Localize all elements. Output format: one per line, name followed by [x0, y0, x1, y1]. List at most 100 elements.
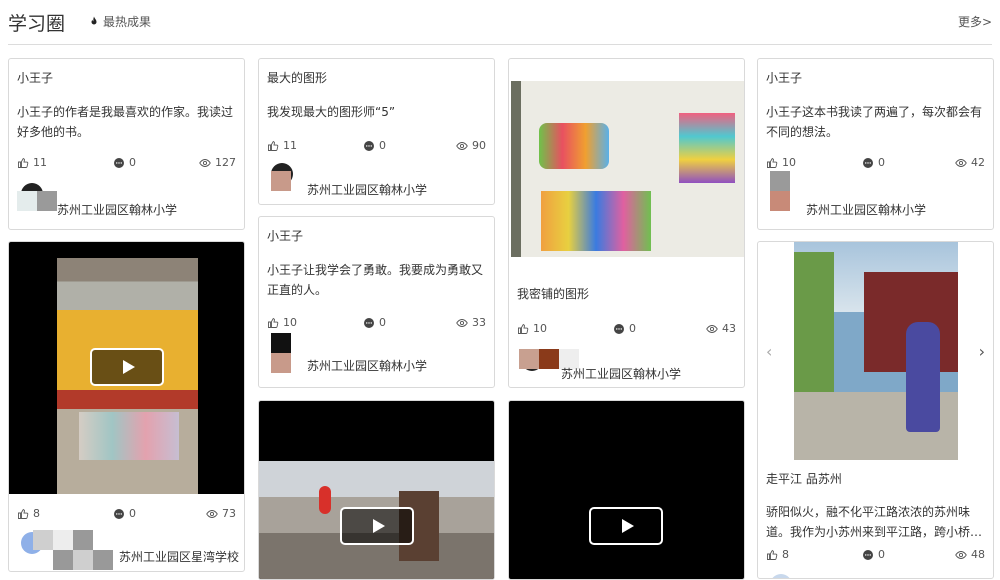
- eye-icon: [955, 549, 967, 561]
- post-title: 小王子: [766, 71, 803, 85]
- post-video[interactable]: [9, 242, 244, 494]
- post-card[interactable]: 最大的图形 我发现最大的图形师“5” 11 0 90 苏州工业园区翰林小学: [258, 58, 495, 205]
- fire-icon: [91, 16, 97, 25]
- like-button[interactable]: 11: [267, 139, 297, 152]
- view-count-block: 33: [456, 316, 486, 329]
- post-card[interactable]: [258, 400, 495, 580]
- more-link[interactable]: 更多>: [958, 13, 992, 30]
- post-title: 最大的图形: [267, 71, 328, 85]
- like-button[interactable]: 11: [17, 156, 47, 169]
- video-frame-detail: [319, 486, 331, 514]
- post-author[interactable]: 苏州工业园区翰林小学: [267, 161, 486, 197]
- like-button[interactable]: 8: [766, 548, 789, 561]
- post-author[interactable]: 苏州工业园区星湾学校（小学部）: [17, 530, 244, 570]
- avatar[interactable]: [770, 574, 792, 578]
- hot-results-label: 最热成果: [103, 15, 152, 29]
- post-image[interactable]: [511, 81, 744, 257]
- post-image-carousel[interactable]: [794, 242, 958, 460]
- like-button[interactable]: 10: [766, 156, 796, 169]
- comment-count: 0: [629, 322, 636, 335]
- thumbs-up-icon: [766, 549, 778, 561]
- school-name: 苏州工业园区星湾学校（小学部）: [119, 550, 244, 564]
- post-author[interactable]: 苏州工业园区翰林小学: [766, 171, 985, 217]
- school-name: 苏州工业园区翰林小学: [57, 203, 178, 217]
- like-button[interactable]: 8: [17, 507, 40, 520]
- pixelated-avatar: [73, 530, 93, 550]
- view-count: 33: [472, 316, 486, 329]
- comment-button[interactable]: 0: [113, 507, 136, 520]
- pixelated-avatar: [271, 333, 291, 353]
- comment-button[interactable]: 0: [113, 156, 136, 169]
- carousel-next-button[interactable]: ›: [979, 342, 985, 361]
- thumbs-up-icon: [267, 317, 279, 329]
- section-header: 学习圈 最热成果 更多>: [8, 0, 992, 45]
- eye-icon: [706, 323, 718, 335]
- post-card[interactable]: 小王子 小王子的作者是我最喜欢的作家。我读过好多他的书。 11 0 127 苏州…: [8, 58, 245, 230]
- post-text: 我发现最大的图形师“5”: [267, 105, 396, 119]
- view-count-block: 73: [206, 507, 236, 520]
- post-card[interactable]: 8 0 73 苏州工业园区星湾学校（小学部）: [8, 241, 245, 572]
- post-title: 小王子: [17, 71, 54, 85]
- carousel-prev-button[interactable]: ‹: [766, 342, 772, 361]
- pixelated-avatar: [770, 171, 790, 191]
- view-count-block: 42: [955, 156, 985, 169]
- image-detail: [539, 123, 609, 169]
- comment-icon: [113, 157, 125, 169]
- comment-icon: [113, 508, 125, 520]
- post-author[interactable]: 苏州工业园区翰林小学: [17, 181, 236, 217]
- like-count: 10: [533, 322, 547, 335]
- comment-button[interactable]: 0: [862, 156, 885, 169]
- post-stats: 8 0 48: [766, 548, 985, 562]
- comment-button[interactable]: 0: [363, 139, 386, 152]
- view-count-block: 90: [456, 139, 486, 152]
- pixelated-avatar: [539, 349, 559, 369]
- pixelated-avatar: [17, 191, 37, 211]
- image-detail: [679, 113, 735, 183]
- thumbs-up-icon: [17, 508, 29, 520]
- view-count-block: 43: [706, 322, 736, 335]
- post-author[interactable]: 苏州工业园区翰林小学: [517, 347, 736, 383]
- post-text: 骄阳似火，融不化平江路浓浓的苏州味道。我作为小苏州来到平江路，跨小桥…: [766, 505, 983, 539]
- comment-button[interactable]: 0: [613, 322, 636, 335]
- post-card[interactable]: [508, 400, 745, 580]
- comment-button[interactable]: 0: [363, 316, 386, 329]
- like-button[interactable]: 10: [267, 316, 297, 329]
- comment-icon: [363, 140, 375, 152]
- like-count: 11: [283, 139, 297, 152]
- image-detail: [511, 81, 521, 257]
- post-card[interactable]: 小王子 小王子这本书我读了两遍了，每次都会有不同的想法。 10 0 42 苏州工…: [757, 58, 994, 230]
- image-detail: [794, 252, 834, 392]
- post-video[interactable]: [259, 401, 494, 579]
- eye-icon: [456, 317, 468, 329]
- hot-results-tab[interactable]: 最热成果: [88, 13, 151, 30]
- image-detail: [541, 191, 651, 251]
- view-count: 73: [222, 507, 236, 520]
- comment-count: 0: [129, 507, 136, 520]
- comment-button[interactable]: 0: [862, 548, 885, 561]
- comment-icon: [862, 157, 874, 169]
- post-author[interactable]: 苏州工业园区翰林小学: [267, 333, 486, 373]
- view-count-block: 48: [955, 548, 985, 561]
- play-button[interactable]: [90, 348, 164, 386]
- eye-icon: [199, 157, 211, 169]
- post-text: 小王子的作者是我最喜欢的作家。我读过好多他的书。: [17, 105, 234, 139]
- post-stats: 11 0 90: [267, 139, 486, 153]
- view-count: 48: [971, 548, 985, 561]
- post-stats: 10 0 33: [267, 316, 486, 330]
- post-card[interactable]: 我密铺的图形 10 0 43 苏州工业园区翰林小学: [508, 58, 745, 388]
- like-button[interactable]: 10: [517, 322, 547, 335]
- post-author[interactable]: [766, 572, 985, 578]
- post-video[interactable]: [509, 401, 744, 579]
- comment-icon: [613, 323, 625, 335]
- post-card[interactable]: ‹ › 走平江 品苏州 骄阳似火，融不化平江路浓浓的苏州味道。我作为小苏州来到平…: [757, 241, 994, 579]
- comment-icon: [363, 317, 375, 329]
- eye-icon: [456, 140, 468, 152]
- pixelated-avatar: [33, 530, 53, 550]
- view-count-block: 127: [199, 156, 236, 169]
- play-button[interactable]: [589, 507, 663, 545]
- post-title: 小王子: [267, 229, 304, 243]
- comment-count: 0: [878, 156, 885, 169]
- post-card[interactable]: 小王子 小王子让我学会了勇敢。我要成为勇敢又正直的人。 10 0 33 苏州工业…: [258, 216, 495, 388]
- comment-icon: [862, 549, 874, 561]
- play-button[interactable]: [340, 507, 414, 545]
